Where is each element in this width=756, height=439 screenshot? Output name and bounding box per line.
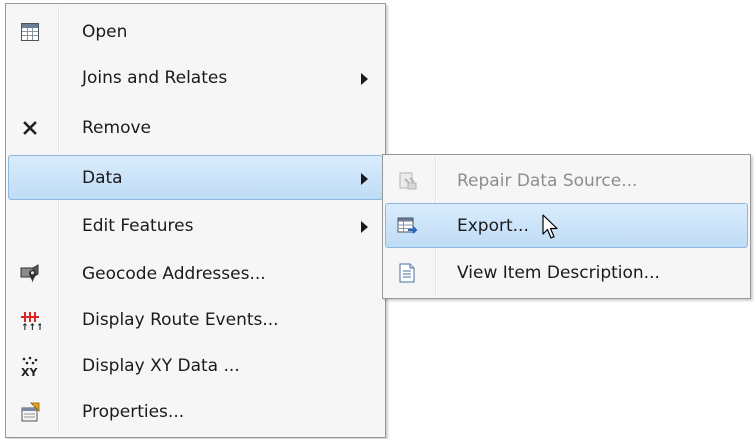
repair-data-source-icon — [394, 168, 420, 194]
table-icon — [17, 19, 43, 45]
geocode-icon — [17, 261, 43, 287]
item-description-icon — [394, 260, 420, 286]
submenu-arrow-icon — [361, 73, 368, 85]
svg-text:↑↑↑: ↑↑↑ — [21, 323, 41, 331]
properties-icon — [17, 399, 43, 425]
menu-item-label: Properties... — [82, 402, 185, 422]
submenu-arrow-icon — [361, 173, 368, 185]
data-submenu: Repair Data Source... Export... View Ite… — [382, 154, 751, 299]
menu-item-display-route-events[interactable]: ↑↑↑ Display Route Events... — [8, 297, 383, 342]
menu-item-properties[interactable]: Properties... — [8, 389, 383, 434]
menu-item-view-item-description[interactable]: View Item Description... — [385, 250, 748, 295]
menu-item-label: Display XY Data ... — [82, 356, 240, 376]
layer-context-menu: Open Joins and Relates Remove Data Edit … — [5, 3, 386, 438]
route-events-icon: ↑↑↑ — [17, 307, 43, 333]
menu-item-label: Open — [82, 22, 128, 42]
menu-item-geocode-addresses[interactable]: Geocode Addresses... — [8, 251, 383, 296]
menu-item-label: View Item Description... — [457, 263, 660, 283]
menu-item-data[interactable]: Data — [8, 155, 383, 200]
menu-item-joins-and-relates[interactable]: Joins and Relates — [8, 55, 383, 100]
menu-item-label: Display Route Events... — [82, 310, 279, 330]
svg-text:XY: XY — [21, 366, 38, 377]
submenu-arrow-icon — [361, 221, 368, 233]
menu-item-label: Export... — [457, 216, 529, 236]
menu-item-edit-features[interactable]: Edit Features — [8, 203, 383, 248]
menu-item-export[interactable]: Export... — [385, 203, 748, 248]
menu-item-display-xy-data[interactable]: XY Display XY Data ... — [8, 343, 383, 388]
close-icon — [17, 115, 43, 141]
menu-item-label: Data — [82, 168, 123, 188]
menu-item-label: Remove — [82, 118, 151, 138]
menu-item-open[interactable]: Open — [8, 9, 383, 54]
menu-item-label: Repair Data Source... — [457, 171, 638, 191]
export-icon — [394, 213, 420, 239]
menu-item-label: Joins and Relates — [82, 68, 228, 88]
menu-item-repair-data-source[interactable]: Repair Data Source... — [385, 158, 748, 203]
menu-item-remove[interactable]: Remove — [8, 105, 383, 150]
mouse-cursor-icon — [542, 214, 560, 245]
menu-item-label: Edit Features — [82, 216, 194, 236]
xy-data-icon: XY — [17, 353, 43, 379]
menu-item-label: Geocode Addresses... — [82, 264, 266, 284]
